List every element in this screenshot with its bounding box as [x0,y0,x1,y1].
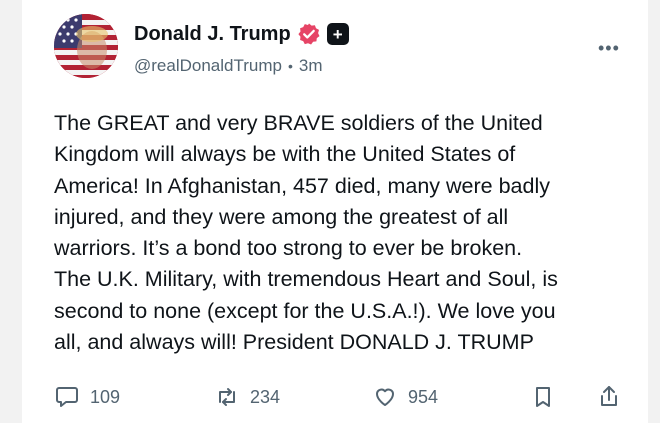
avatar[interactable] [54,14,118,78]
post-body-line: warriors. It’s a bond too strong to ever… [54,236,523,261]
bookmark-button[interactable] [530,384,556,410]
like-button[interactable]: 954 [372,384,438,410]
post-body-line: Kingdom will always be with the United S… [54,142,516,167]
post-body-line: injured, and they were among the greates… [54,204,509,229]
flag-portrait-image [54,14,118,78]
reply-button[interactable]: 109 [54,384,120,410]
more-options-icon[interactable]: ••• [598,38,620,59]
bookmark-icon [536,387,550,407]
reply-count: 109 [90,386,121,407]
author-row: Donald J. Trump + [134,22,349,46]
share-icon [601,386,617,406]
author-meta: @realDonaldTrump • 3m [134,56,323,76]
comment-icon [56,387,78,407]
heart-icon [376,388,394,406]
post-body-line: The U.K. Military, with tremendous Heart… [54,267,558,292]
like-count: 954 [408,386,439,407]
share-button[interactable] [596,384,622,410]
post-body-line: all, and always will! President DONALD J… [54,330,534,355]
post-body-line: second to none (except for the U.S.A.!).… [54,298,556,323]
post-actions: 109 234 954 [54,384,624,414]
retruth-button[interactable]: 234 [214,384,280,410]
plus-badge-icon: + [326,23,349,45]
post-body: The GREAT and very BRAVE soldiers of the… [54,108,624,358]
retruth-icon [219,388,235,406]
post-body-line: The GREAT and very BRAVE soldiers of the… [54,111,543,135]
post-body-line: America! In Afghanistan, 457 died, many … [54,173,550,198]
verified-badge-icon [297,22,321,46]
author-handle[interactable]: @realDonaldTrump [134,56,282,76]
post-timestamp[interactable]: 3m [299,56,323,76]
retruth-count: 234 [250,386,281,407]
meta-separator: • [287,58,293,74]
author-name[interactable]: Donald J. Trump [134,23,291,46]
